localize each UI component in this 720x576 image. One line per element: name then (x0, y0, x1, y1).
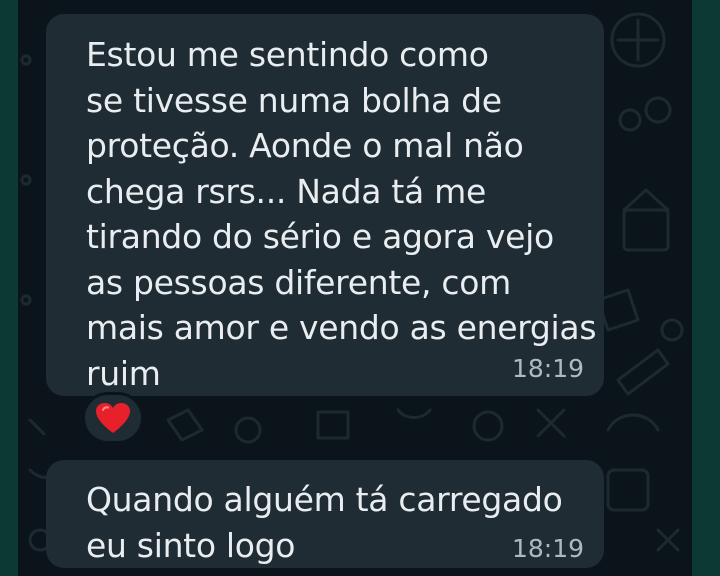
red-heart-icon (96, 403, 130, 433)
chat-area[interactable]: Estou me sentindo como se tivesse numa b… (18, 0, 692, 576)
reaction-badge[interactable] (82, 392, 144, 444)
message-bubble-incoming[interactable]: Quando alguém tá carregado eu sinto logo… (46, 460, 604, 568)
message-bubble-incoming[interactable]: Estou me sentindo como se tivesse numa b… (46, 14, 604, 396)
message-timestamp: 18:19 (511, 534, 584, 563)
frame-edge-left (0, 0, 18, 576)
message-timestamp: 18:19 (511, 354, 584, 383)
frame-edge-right (692, 0, 720, 576)
message-text: Quando alguém tá carregado eu sinto logo (86, 480, 563, 565)
message-text: Estou me sentindo como se tivesse numa b… (86, 35, 597, 393)
